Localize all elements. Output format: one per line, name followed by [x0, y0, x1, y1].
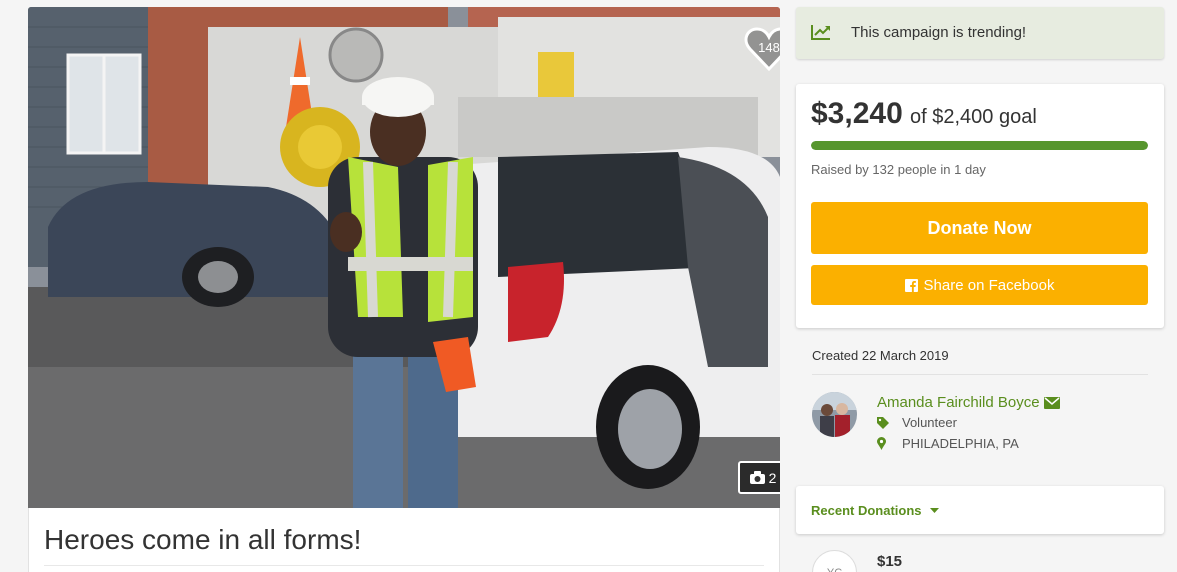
- campaign-photo[interactable]: 148 2: [28, 7, 780, 508]
- organizer-role-row: Volunteer: [877, 415, 957, 430]
- like-heart-button[interactable]: 148: [744, 26, 780, 72]
- raised-by-text: Raised by 132 people in 1 day: [811, 162, 986, 177]
- share-facebook-label: Share on Facebook: [923, 276, 1055, 294]
- organizer-name: Amanda Fairchild Boyce: [877, 394, 1040, 411]
- donate-now-button[interactable]: Donate Now: [811, 202, 1148, 254]
- campaign-title: Heroes come in all forms!: [44, 524, 362, 555]
- photo-gallery-button[interactable]: 2: [738, 461, 780, 494]
- facebook-icon: [904, 278, 918, 292]
- amount-raised: $3,240: [811, 97, 903, 130]
- caret-down-icon: [929, 507, 939, 513]
- tag-icon: [877, 416, 902, 429]
- envelope-icon[interactable]: [1043, 396, 1060, 409]
- map-pin-icon: [877, 437, 902, 450]
- progress-bar-fill: [811, 141, 1148, 150]
- created-date: Created 22 March 2019: [812, 348, 949, 363]
- organizer-location-row: PHILADELPHIA, PA: [877, 436, 1019, 451]
- heart-count: 148: [758, 40, 780, 55]
- campaign-title-card: Heroes come in all forms!: [28, 508, 780, 572]
- organizer-photo: [812, 392, 857, 437]
- organizer-divider: [812, 374, 1148, 375]
- title-divider: [44, 565, 764, 566]
- organizer-name-link[interactable]: Amanda Fairchild Boyce: [877, 394, 1060, 411]
- recent-donations-label: Recent Donations: [811, 503, 922, 518]
- donation-amount: $15: [877, 553, 903, 570]
- trending-text: This campaign is trending!: [851, 24, 1027, 41]
- organizer-avatar[interactable]: [812, 392, 857, 437]
- progress-bar: [811, 141, 1148, 150]
- recent-donations-header[interactable]: Recent Donations: [811, 503, 939, 518]
- funding-card: $3,240 of $2,400 goal Raised by 132 peop…: [796, 84, 1164, 328]
- organizer-role: Volunteer: [902, 415, 957, 430]
- camera-icon: [749, 471, 765, 484]
- goal-text: of $2,400 goal: [910, 106, 1037, 128]
- organizer-location: PHILADELPHIA, PA: [902, 436, 1019, 451]
- trend-chart-icon: [811, 25, 830, 40]
- photo-count: 2: [768, 469, 777, 486]
- campaign-photo-image: [28, 7, 780, 508]
- recent-donations-toggle[interactable]: Recent Donations: [796, 486, 1164, 534]
- share-facebook-button[interactable]: Share on Facebook: [811, 265, 1148, 305]
- donor-avatar: YC: [812, 550, 857, 572]
- trending-banner: This campaign is trending!: [796, 7, 1164, 59]
